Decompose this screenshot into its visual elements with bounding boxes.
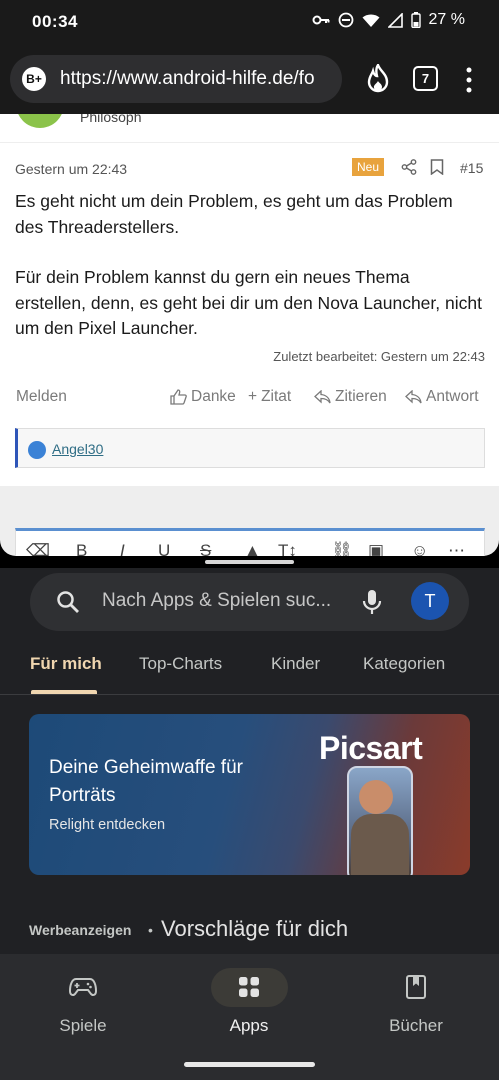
split-screen-handle[interactable] bbox=[205, 560, 294, 564]
thanks-button[interactable]: Danke bbox=[170, 388, 236, 406]
tab-categories[interactable]: Kategorien bbox=[363, 654, 445, 674]
reply-label: Antwort bbox=[426, 388, 479, 405]
banner-subtitle: Relight entdecken bbox=[49, 817, 166, 833]
search-bar[interactable]: Nach Apps & Spielen suc... T bbox=[30, 573, 469, 631]
status-bar: 00:34 27 % bbox=[0, 0, 499, 44]
author-role: Philosoph bbox=[80, 114, 142, 125]
banner-title: Deine Geheimwaffe für Porträts bbox=[49, 757, 243, 806]
report-link[interactable]: Melden bbox=[16, 388, 67, 406]
separator-dot: • bbox=[148, 922, 153, 938]
image-icon[interactable]: ▣ bbox=[368, 541, 384, 556]
cite-label: Zitieren bbox=[335, 388, 387, 405]
search-icon bbox=[57, 591, 79, 613]
site-favicon: B+ bbox=[22, 67, 46, 91]
report-label: Melden bbox=[16, 388, 67, 405]
apps-grid-icon bbox=[239, 977, 259, 997]
browser-toolbar: B+ https://www.android-hilfe.de/fo 7 bbox=[0, 44, 499, 114]
nav-books-label: Bücher bbox=[389, 1016, 443, 1035]
strike-button[interactable]: S bbox=[200, 541, 211, 556]
thumbs-up-icon bbox=[170, 389, 187, 405]
liked-by-user-link[interactable]: Angel30 bbox=[52, 441, 103, 457]
like-icon bbox=[28, 441, 46, 459]
do-not-disturb-icon bbox=[338, 12, 353, 28]
wifi-icon bbox=[362, 14, 380, 27]
play-store-app: Nach Apps & Spielen suc... T Für mich To… bbox=[0, 568, 499, 1080]
face-image bbox=[359, 780, 393, 814]
overflow-menu-icon[interactable] bbox=[466, 67, 472, 93]
microphone-icon[interactable] bbox=[360, 588, 384, 616]
tab-for-me[interactable]: Für mich bbox=[30, 654, 102, 674]
account-avatar[interactable]: T bbox=[411, 582, 449, 620]
likes-bar: Angel30 bbox=[15, 428, 485, 468]
nav-games-label: Spiele bbox=[59, 1016, 107, 1035]
bold-button[interactable]: B bbox=[76, 541, 87, 556]
divider bbox=[0, 694, 499, 695]
promo-banner[interactable]: Deine Geheimwaffe für Porträts Relight e… bbox=[29, 714, 470, 875]
more-icon[interactable]: ⋯ bbox=[448, 541, 465, 556]
reply-button[interactable]: Antwort bbox=[405, 388, 479, 406]
search-placeholder: Nach Apps & Spielen suc... bbox=[102, 590, 332, 611]
person-image bbox=[351, 814, 409, 875]
status-icons: 27 % bbox=[312, 11, 465, 29]
quote-button[interactable]: + Zitat bbox=[248, 388, 291, 406]
new-badge: Neu bbox=[352, 158, 385, 176]
underline-button[interactable]: U bbox=[158, 541, 170, 556]
battery-percent: 27 % bbox=[428, 11, 465, 28]
tab-kids[interactable]: Kinder bbox=[271, 654, 320, 674]
bookmark-icon[interactable] bbox=[430, 159, 444, 175]
edited-note: Zuletzt bearbeitet: Gestern um 22:43 bbox=[273, 349, 485, 364]
tab-switcher-button[interactable]: 7 bbox=[413, 66, 438, 91]
gamepad-icon bbox=[69, 978, 97, 996]
post-actions: Melden Danke + Zitat Zitieren Antwort bbox=[0, 388, 499, 412]
signal-icon bbox=[387, 12, 403, 28]
italic-button[interactable]: I bbox=[120, 541, 125, 556]
vpn-key-icon bbox=[312, 15, 330, 25]
section-title: Vorschläge für dich bbox=[161, 916, 349, 941]
share-icon[interactable] bbox=[401, 159, 417, 175]
reply-arrow-icon bbox=[314, 390, 331, 404]
cite-button[interactable]: Zitieren bbox=[314, 388, 387, 406]
picsart-logo: Picsart bbox=[319, 730, 423, 766]
avatar[interactable] bbox=[16, 114, 64, 128]
fire-icon[interactable] bbox=[365, 64, 391, 94]
post-paragraph: Für dein Problem kannst du gern ein neue… bbox=[15, 267, 482, 338]
post-paragraph: Es geht nicht um dein Problem, es geht u… bbox=[15, 191, 453, 237]
color-icon[interactable]: ▲ bbox=[244, 541, 261, 556]
nav-apps-label: Apps bbox=[229, 1016, 269, 1035]
reply-arrow-icon bbox=[405, 390, 422, 404]
book-icon bbox=[406, 975, 426, 999]
clock: 00:34 bbox=[32, 12, 78, 31]
previous-post-footer: Philosoph bbox=[0, 114, 499, 142]
eraser-icon[interactable]: ⌫ bbox=[26, 541, 50, 556]
post-number[interactable]: #15 bbox=[460, 160, 483, 176]
reply-editor-toolbar: ⌫ B I U S ▲ T↕ ⛓ ▣ ☺ ⋯ bbox=[15, 528, 485, 556]
url-text[interactable]: https://www.android-hilfe.de/fo bbox=[60, 68, 315, 90]
font-size-button[interactable]: T↕ bbox=[278, 541, 297, 556]
gesture-bar[interactable] bbox=[184, 1062, 315, 1067]
quote-label: Zitat bbox=[261, 388, 292, 405]
ads-label: Werbeanzeigen bbox=[29, 922, 132, 938]
emoji-icon[interactable]: ☺ bbox=[411, 541, 428, 556]
tab-top-charts[interactable]: Top-Charts bbox=[139, 654, 222, 674]
battery-icon bbox=[410, 12, 421, 28]
forum-page: Philosoph Gestern um 22:43 Neu #15 Es ge… bbox=[0, 114, 499, 556]
post-date[interactable]: Gestern um 22:43 bbox=[15, 161, 127, 177]
address-bar[interactable]: B+ https://www.android-hilfe.de/fo bbox=[10, 55, 342, 103]
link-icon[interactable]: ⛓ bbox=[331, 541, 353, 556]
thanks-label: Danke bbox=[191, 388, 236, 405]
plus-icon: + bbox=[248, 388, 258, 405]
forum-post: Gestern um 22:43 Neu #15 Es geht nicht u… bbox=[0, 143, 499, 486]
